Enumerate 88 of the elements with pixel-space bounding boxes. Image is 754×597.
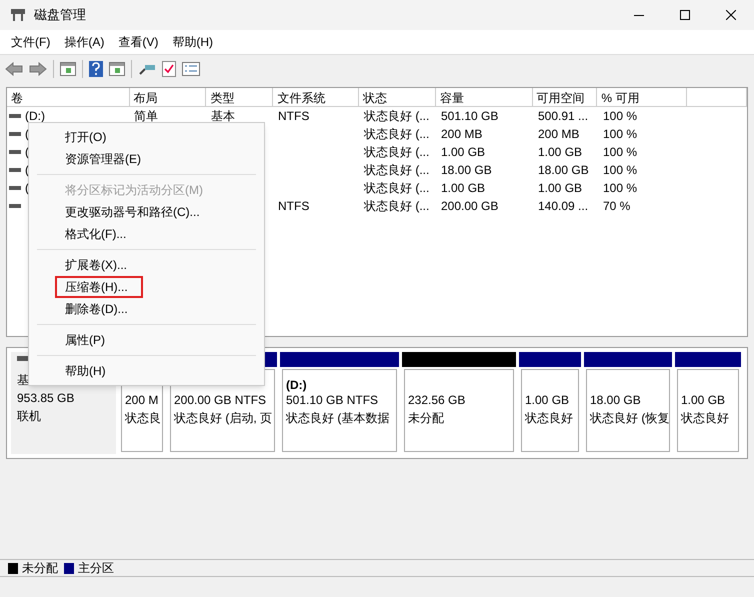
table-cell-text: 状态良好 (... xyxy=(364,180,430,197)
partition-size: 1.00 GB xyxy=(525,392,570,409)
column-header[interactable]: % 可用 xyxy=(597,88,688,107)
context-menu-item[interactable]: 格式化(F)... xyxy=(29,223,264,245)
partition-status: 状态良好 xyxy=(681,410,730,427)
partition-size: 200.00 GB NTFS xyxy=(174,392,268,409)
disk-state: 联机 xyxy=(17,408,41,425)
volume-icon xyxy=(9,204,21,208)
window-title: 磁盘管理 xyxy=(34,6,86,24)
table-cell-text: 100 % xyxy=(603,108,638,125)
table-cell-text: 1.00 GB xyxy=(441,180,486,197)
partition-size: 18.00 GB xyxy=(590,392,642,409)
table-cell-text: 200.00 GB xyxy=(441,198,498,215)
menu-item[interactable]: 查看(V) xyxy=(111,31,166,53)
table-cell-text: (D:) xyxy=(25,108,45,125)
volume-icon xyxy=(9,150,21,154)
table-cell-text: 状态良好 (... xyxy=(364,198,430,215)
table-cell-text: 1.00 GB xyxy=(538,180,582,197)
partition-bar xyxy=(519,352,581,367)
context-menu-item[interactable]: 扩展卷(X)... xyxy=(29,254,264,276)
context-menu-item[interactable]: 压缩卷(H)... xyxy=(55,276,143,298)
partition-size: 232.56 GB xyxy=(408,392,466,409)
column-header[interactable]: 类型 xyxy=(206,88,274,107)
disk-size: 953.85 GB xyxy=(17,390,74,407)
table-cell-text: 状态良好 (... xyxy=(364,126,430,143)
context-menu-item[interactable]: 删除卷(D)... xyxy=(29,298,264,320)
table-cell-text: 100 % xyxy=(603,162,638,179)
table-cell-text: 1.00 GB xyxy=(441,144,486,161)
table-cell-text: NTFS xyxy=(278,108,310,125)
table-cell-text: 501.10 GB xyxy=(441,108,498,125)
checked-document-icon[interactable] xyxy=(162,60,176,76)
context-menu-item[interactable]: 属性(P) xyxy=(29,329,264,351)
table-cell-text: 18.00 GB xyxy=(441,162,492,179)
table-cell-text: 200 MB xyxy=(538,126,580,143)
column-header[interactable]: 状态 xyxy=(359,88,436,107)
table-cell-text: 18.00 GB xyxy=(538,162,589,179)
context-menu-item[interactable]: 资源管理器(E) xyxy=(29,148,264,170)
partition-size: 501.10 GB NTFS xyxy=(286,392,380,409)
table-cell-text: 140.09 ... xyxy=(538,198,588,215)
table-cell-text: 70 % xyxy=(603,198,630,215)
table-cell-text: 简单 xyxy=(134,108,158,125)
partition-status: 未分配 xyxy=(408,410,445,427)
column-header[interactable]: 容量 xyxy=(436,88,533,107)
partition-status: 状态良好 xyxy=(525,410,574,427)
menu-item[interactable]: 文件(F) xyxy=(4,31,58,53)
partition-status: 状态良 xyxy=(125,410,159,427)
partition-size: 1.00 GB xyxy=(681,392,726,409)
column-header[interactable]: 可用空间 xyxy=(532,88,598,107)
volume-icon xyxy=(9,132,21,136)
menu-item[interactable]: 帮助(H) xyxy=(165,31,220,53)
volume-icon xyxy=(9,186,21,190)
table-cell-text: 状态良好 (... xyxy=(364,108,430,125)
table-cell-text: 100 % xyxy=(603,180,638,197)
menu-item[interactable]: 操作(A) xyxy=(57,31,112,53)
forward-arrow-icon[interactable] xyxy=(29,62,47,76)
legend-label: 未分配 xyxy=(22,560,58,577)
checklist-icon[interactable] xyxy=(182,62,200,76)
column-header[interactable]: 文件系统 xyxy=(273,88,360,107)
partition-status: 状态良好 (基本数据 xyxy=(286,410,390,427)
table-cell-text: 基本 xyxy=(211,108,235,125)
table-cell-text: 100 % xyxy=(603,126,638,143)
partition-status: 状态良好 (启动, 页 xyxy=(174,410,271,427)
help-icon[interactable] xyxy=(89,60,103,76)
disk-name: 基 xyxy=(17,372,29,389)
context-menu-item[interactable]: 更改驱动器号和路径(C)... xyxy=(29,201,264,223)
minimize-icon xyxy=(634,14,644,16)
close-icon xyxy=(726,10,736,20)
disk-management-icon xyxy=(10,8,26,22)
table-cell-text: NTFS xyxy=(278,198,310,215)
table-cell-text: 200 MB xyxy=(441,126,482,143)
partition-title: (D:) xyxy=(286,377,308,391)
maximize-icon xyxy=(680,10,690,20)
volume-icon xyxy=(9,168,21,172)
column-header[interactable]: 布局 xyxy=(130,88,206,107)
panel-icon[interactable] xyxy=(60,62,76,76)
panel-icon[interactable] xyxy=(109,62,125,76)
volume-icon xyxy=(9,114,21,118)
partition-size: 200 M xyxy=(125,392,159,409)
legend-label: 主分区 xyxy=(78,560,114,577)
table-cell-text: 500.91 ... xyxy=(538,108,588,125)
partition-bar xyxy=(675,352,741,367)
back-arrow-icon[interactable] xyxy=(5,62,23,76)
table-cell-text: 100 % xyxy=(603,144,638,161)
context-menu-item[interactable]: 打开(O) xyxy=(29,126,264,148)
table-cell-text: 状态良好 (... xyxy=(364,144,430,161)
table-cell-text: 1.00 GB xyxy=(538,144,582,161)
column-header[interactable]: 卷 xyxy=(7,88,130,107)
table-cell-text: 状态良好 (... xyxy=(364,162,430,179)
